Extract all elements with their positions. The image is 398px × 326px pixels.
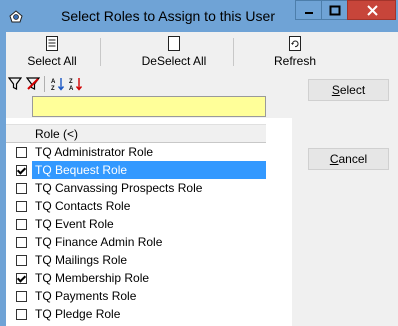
role-label: TQ Event Role [35,217,114,231]
select-button[interactable]: Select [308,79,389,101]
role-label: TQ Bequest Role [32,161,266,179]
select-button-label: elect [339,83,366,97]
svg-text:A: A [69,86,74,91]
select-all-label: Select All [27,54,77,68]
role-label: TQ Pledge Role [35,307,121,321]
refresh-label: Refresh [273,54,317,68]
close-button[interactable] [347,0,396,20]
role-label: TQ Payments Role [35,289,137,303]
role-checkbox[interactable] [16,165,27,176]
role-label: TQ Finance Admin Role [35,235,163,249]
select-button-mnemonic: S [331,83,340,97]
select-all-button[interactable]: Select All [10,32,94,70]
role-label: TQ Mailings Role [35,253,128,267]
grid-toolbar-separator [44,76,45,92]
role-filter-input[interactable] [32,96,266,117]
toolbar-separator [100,38,101,66]
grid-toolbar: A Z Z A [6,72,292,96]
clear-filter-icon[interactable] [26,77,40,91]
sort-descending-icon[interactable]: Z A [68,77,84,91]
role-checkbox[interactable] [16,219,27,230]
refresh-button[interactable]: Refresh [260,32,330,70]
dialog-body: Select All DeSelect All Refresh A Z Z A … [6,32,398,326]
role-label: TQ Contacts Role [35,199,131,213]
column-header-label: Role (<) [35,127,79,141]
deselect-all-icon [168,36,180,51]
refresh-icon [289,36,301,51]
close-icon [367,5,378,16]
svg-text:A: A [51,79,56,85]
cancel-button-label: ancel [338,152,368,166]
toolbar-separator [233,38,234,66]
role-label: TQ Membership Role [35,271,150,285]
role-row[interactable]: TQ Administrator Role [6,143,266,161]
dialog-window: Select Roles to Assign to this User Sele… [0,0,398,326]
role-checkbox[interactable] [16,201,27,212]
role-row[interactable]: TQ Payments Role [6,287,266,305]
select-all-icon [46,36,58,51]
role-row[interactable]: TQ Canvassing Prospects Role [6,179,266,197]
svg-text:Z: Z [69,79,73,85]
role-checkbox[interactable] [16,309,27,320]
role-row[interactable]: TQ Event Role [6,215,266,233]
svg-text:Z: Z [51,86,55,91]
column-header-role[interactable]: Role (<) [6,124,266,143]
role-label: TQ Canvassing Prospects Role [35,181,203,195]
window-title: Select Roles to Assign to this User [61,8,275,24]
main-toolbar: Select All DeSelect All Refresh [6,32,398,72]
role-row[interactable]: TQ Bequest Role [6,161,266,179]
role-row[interactable]: TQ Finance Admin Role [6,233,266,251]
deselect-all-button[interactable]: DeSelect All [126,32,222,70]
minimize-button[interactable] [295,0,322,20]
title-bar[interactable]: Select Roles to Assign to this User [0,0,398,32]
role-list: TQ Administrator Role TQ Bequest Role TQ C… [6,143,266,323]
role-row[interactable]: TQ Membership Role [6,269,266,287]
role-checkbox[interactable] [16,183,27,194]
minimize-icon [305,12,313,14]
role-label: TQ Administrator Role [35,145,154,159]
sort-ascending-icon[interactable]: A Z [50,77,66,91]
filter-icon[interactable] [8,77,22,91]
maximize-button[interactable] [321,0,348,20]
role-row[interactable]: TQ Pledge Role [6,305,266,323]
role-checkbox[interactable] [16,147,27,158]
cancel-button[interactable]: Cancel [308,148,389,170]
deselect-all-label: DeSelect All [141,54,207,68]
maximize-icon [329,5,341,16]
role-row[interactable]: TQ Contacts Role [6,197,266,215]
role-row[interactable]: TQ Mailings Role [6,251,266,269]
role-checkbox[interactable] [16,255,27,266]
role-checkbox[interactable] [16,273,27,284]
role-checkbox[interactable] [16,291,27,302]
filter-row [6,96,292,118]
role-checkbox[interactable] [16,237,27,248]
roles-grid: A Z Z A Role (<) TQ Administrator Role TQ… [6,72,292,326]
